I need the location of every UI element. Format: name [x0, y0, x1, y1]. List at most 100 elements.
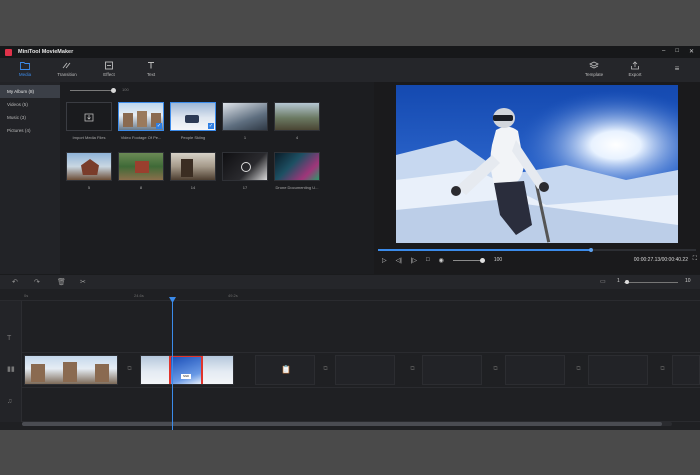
video-clip[interactable]: Shift [140, 355, 234, 385]
playback-progress-bar[interactable] [378, 248, 696, 252]
menu-button[interactable]: ≡ [657, 64, 697, 73]
media-thumbnail[interactable] [222, 102, 268, 131]
sidebar-item-pictures[interactable]: Pictures (4) [0, 124, 60, 137]
media-thumbnail[interactable] [66, 152, 112, 181]
hamburger-menu-icon: ≡ [674, 64, 680, 73]
library-sidebar: My Album (8) Videos (5) Music (3) Pictur… [0, 82, 60, 274]
media-thumbnail[interactable] [274, 102, 320, 131]
media-thumbnail[interactable]: ✓ [118, 102, 164, 131]
preview-panel: ▷ ◁| |▷ □ ◉ 100 00:00:27.13/00:00:40.22 … [374, 82, 700, 274]
video-clip[interactable] [24, 355, 118, 385]
clipboard-icon: 📋 [281, 365, 291, 374]
media-thumbnail[interactable]: ✓ [170, 102, 216, 131]
empty-clip-slot[interactable] [422, 355, 482, 385]
video-preview[interactable] [396, 85, 678, 243]
fullscreen-icon[interactable]: ⛶ [693, 256, 697, 263]
undo-icon[interactable]: ↶ [12, 278, 18, 286]
ruler-label: 0s [24, 293, 29, 298]
volume-icon[interactable]: ◉ [439, 257, 444, 264]
transition-slot-icon[interactable]: ⧉ [658, 366, 667, 374]
template-button[interactable]: Template [574, 61, 614, 77]
close-button[interactable]: ✕ [689, 48, 694, 55]
export-button[interactable]: Export [615, 61, 655, 77]
sidebar-item-music[interactable]: Music (3) [0, 111, 60, 124]
previous-frame-icon[interactable]: ◁| [396, 257, 402, 264]
video-track[interactable]: ⧉ Shift 📋 ⧉ ⧉ ⧉ ⧉ ⧉ [22, 353, 700, 388]
empty-clip-slot[interactable] [672, 355, 700, 385]
media-item[interactable]: 8 [118, 152, 164, 190]
minimize-button[interactable]: – [662, 48, 665, 55]
clip-tag: Shift [181, 374, 191, 379]
playback-controls: ▷ ◁| |▷ □ ◉ 100 [382, 254, 502, 266]
playhead-line[interactable] [172, 299, 173, 430]
app-logo-icon [5, 48, 12, 56]
empty-clip-slot[interactable] [335, 355, 395, 385]
empty-clip-slot[interactable]: 📋 [255, 355, 315, 385]
media-item[interactable]: ✓ Video Footage Of Pe... [118, 102, 164, 140]
volume-knob[interactable] [479, 257, 485, 263]
media-item[interactable]: ✓ People Skiing [170, 102, 216, 140]
zoom-knob[interactable] [111, 87, 116, 93]
empty-clip-slot[interactable] [588, 355, 648, 385]
timeline-zoom-slider[interactable] [620, 279, 682, 285]
tab-text[interactable]: Text [131, 61, 171, 77]
fit-timeline-icon[interactable]: ▭ [600, 278, 606, 285]
tab-transition-label: Transition [57, 72, 77, 77]
maximize-button[interactable]: □ [675, 48, 679, 55]
timeline-horizontal-scrollbar[interactable] [22, 422, 672, 426]
tab-transition[interactable]: Transition [47, 61, 87, 77]
export-label: Export [628, 72, 642, 77]
import-media-tile[interactable]: Import Media Files [66, 102, 112, 140]
folder-icon [20, 62, 30, 70]
media-thumbnail[interactable] [222, 152, 268, 181]
transition-slot-icon[interactable]: ⧉ [125, 366, 134, 374]
media-item[interactable]: 1 [222, 102, 268, 140]
scrollbar-thumb[interactable] [22, 422, 662, 426]
sidebar-item-my-album[interactable]: My Album (8) [0, 85, 60, 98]
media-thumbnail[interactable] [170, 152, 216, 181]
timeline-zoom-track [624, 281, 678, 283]
transition-icon [62, 62, 71, 69]
selected-clip-frame[interactable]: Shift [169, 356, 203, 384]
media-item[interactable]: 5 [66, 152, 112, 190]
empty-clip-slot[interactable] [505, 355, 565, 385]
media-caption: 5 [87, 185, 91, 190]
import-box[interactable] [66, 102, 112, 131]
volume-slider[interactable] [452, 257, 485, 263]
title-bar: MiniTool MovieMaker – □ ✕ [0, 46, 700, 58]
media-item[interactable]: Drone Documenting U... [274, 152, 320, 190]
music-note-icon: ♫ [7, 398, 13, 405]
media-caption: 14 [190, 185, 196, 190]
time-ruler[interactable]: 0s 24.6s 49.2s [0, 289, 700, 301]
thumbnail-zoom-slider[interactable]: 100 [70, 87, 130, 93]
media-item[interactable]: 14 [170, 152, 216, 190]
next-frame-icon[interactable]: |▷ [411, 257, 417, 264]
media-thumbnail[interactable] [274, 152, 320, 181]
media-item[interactable]: 4 [274, 102, 320, 140]
stop-icon[interactable]: □ [426, 257, 430, 263]
media-item[interactable]: 17 [222, 152, 268, 190]
media-caption: Video Footage Of Pe... [120, 135, 162, 140]
media-thumbnail[interactable] [118, 152, 164, 181]
tab-effect-label: Effect [103, 72, 115, 77]
transition-slot-icon[interactable]: ⧉ [408, 366, 417, 374]
tab-media-label: Media [18, 72, 32, 77]
delete-icon[interactable]: 🗑 [57, 278, 66, 286]
tab-effect[interactable]: Effect [89, 61, 129, 77]
sidebar-item-videos[interactable]: Videos (5) [0, 98, 60, 111]
redo-icon[interactable]: ↷ [34, 278, 40, 286]
media-caption: 1 [243, 135, 247, 140]
music-track[interactable] [22, 388, 700, 422]
ruler-label: 24.6s [134, 293, 144, 298]
transition-slot-icon[interactable]: ⧉ [321, 366, 330, 374]
media-library: 100 Import Media Files ✓ Video Footage O… [60, 82, 374, 274]
tab-media[interactable]: Media [5, 61, 45, 77]
timeline-zoom-knob[interactable] [625, 280, 629, 284]
play-icon[interactable]: ▷ [382, 257, 387, 264]
text-track[interactable] [22, 301, 700, 353]
transition-slot-icon[interactable]: ⧉ [491, 366, 500, 374]
video-track-header: ▮▮ [0, 353, 22, 388]
progress-knob[interactable] [589, 248, 594, 252]
split-icon[interactable]: ✂ [80, 278, 86, 286]
transition-slot-icon[interactable]: ⧉ [574, 366, 583, 374]
